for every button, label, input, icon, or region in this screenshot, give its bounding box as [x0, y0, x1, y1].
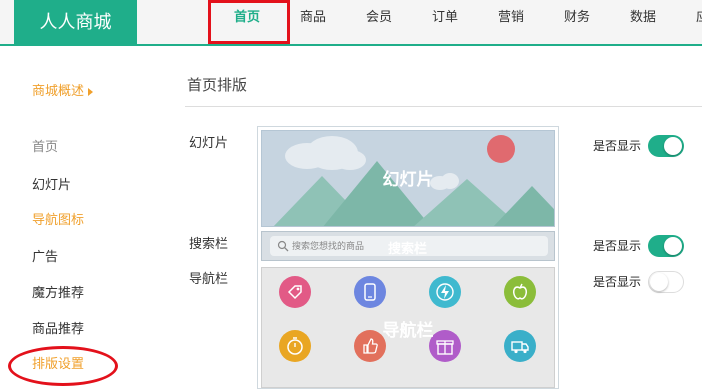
lightning-icon [429, 276, 461, 308]
sidebar-item-goods-rec[interactable]: 商品推荐 [32, 318, 84, 337]
slide-preview-label: 幻灯片 [382, 170, 434, 190]
layout-preview-panel: 幻灯片 搜索您想找的商品 搜索栏 导航栏 [257, 126, 559, 389]
toggle-knob [664, 137, 682, 155]
nav-bar-label: 导航栏 [382, 321, 434, 341]
nav-item-marketing[interactable]: 营销 [498, 0, 524, 46]
nav-item-app[interactable]: 应 [696, 0, 702, 46]
search-bar-label: 搜索栏 [388, 242, 428, 257]
tag-icon [279, 276, 311, 308]
annotation-highlight-box [208, 0, 290, 44]
top-bar: 人人商城 首页 商品 会员 订单 营销 财务 数据 应 [0, 0, 702, 46]
annotation-highlight-ellipse [8, 346, 118, 386]
nav-item-orders[interactable]: 订单 [432, 0, 458, 46]
sidebar-item-slides[interactable]: 幻灯片 [32, 174, 71, 193]
toggle-nav[interactable] [648, 271, 684, 293]
row-label-slides: 幻灯片 [189, 136, 229, 151]
sidebar-item-nav-icons[interactable]: 导航图标 [32, 209, 84, 228]
toggle-search[interactable] [648, 235, 684, 257]
sidebar-header-overview[interactable]: 商城概述 [32, 80, 94, 99]
nav-bar-preview[interactable]: 导航栏 [261, 267, 555, 388]
caret-right-icon [88, 87, 94, 96]
show-label-slides: 是否显示 [593, 139, 642, 153]
search-bar-preview[interactable]: 搜索您想找的商品 搜索栏 [261, 231, 555, 261]
page-title: 首页排版 [187, 76, 248, 94]
nav-item-data[interactable]: 数据 [630, 0, 656, 46]
apple-icon [504, 276, 536, 308]
carousel-dots [390, 218, 426, 226]
toggle-knob [664, 237, 682, 255]
sidebar-header-label: 商城概述 [32, 84, 85, 99]
toggle-slides[interactable] [648, 135, 684, 157]
row-label-nav: 导航栏 [189, 272, 229, 287]
toggle-knob [650, 273, 668, 291]
phone-icon [354, 276, 386, 308]
divider [185, 106, 702, 107]
search-icon [277, 240, 289, 252]
brand-logo[interactable]: 人人商城 [14, 0, 137, 46]
sidebar: 商城概述 首页 幻灯片 导航图标 广告 魔方推荐 商品推荐 排版设置 [0, 48, 170, 389]
sidebar-item-home[interactable]: 首页 [32, 136, 58, 155]
nav-item-members[interactable]: 会员 [366, 0, 392, 46]
sidebar-item-ads[interactable]: 广告 [32, 246, 58, 265]
show-label-nav: 是否显示 [593, 275, 642, 289]
nav-item-finance[interactable]: 财务 [564, 0, 590, 46]
search-placeholder: 搜索您想找的商品 [292, 242, 365, 252]
nav-item-goods[interactable]: 商品 [300, 0, 326, 46]
slide-preview[interactable]: 幻灯片 [261, 130, 555, 227]
show-label-search: 是否显示 [593, 239, 642, 253]
sidebar-item-cube[interactable]: 魔方推荐 [32, 282, 84, 301]
row-label-search: 搜索栏 [189, 237, 229, 252]
